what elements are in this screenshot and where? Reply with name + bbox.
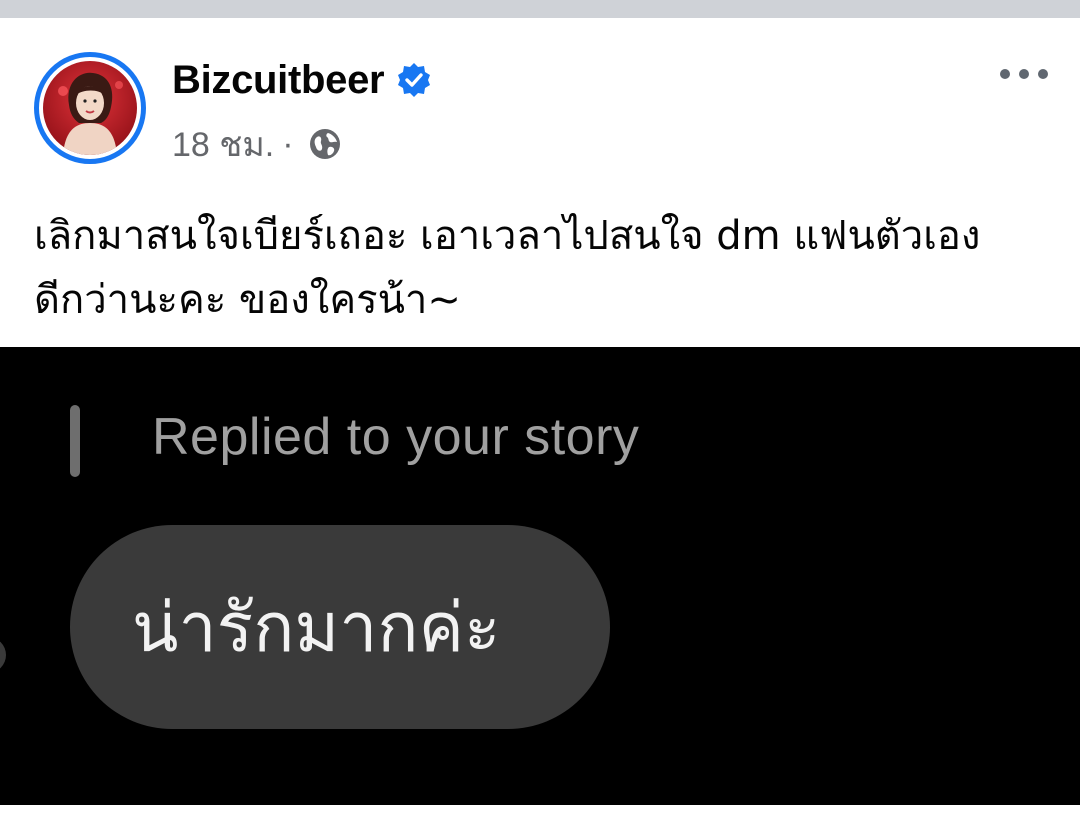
- post-caption: เลิกมาสนใจเบียร์เถอะ เอาเวลาไปสนใจ dm แฟ…: [34, 213, 981, 323]
- author-avatar[interactable]: [34, 52, 146, 164]
- author-name[interactable]: Bizcuitbeer: [172, 58, 385, 103]
- reply-indicator-bar: [70, 405, 80, 477]
- partial-bubble: [0, 637, 6, 673]
- post-image[interactable]: Replied to your story น่ารักมากค่ะ: [0, 347, 1080, 805]
- message-bubble: น่ารักมากค่ะ: [70, 525, 610, 729]
- bottom-spacer: [0, 805, 1080, 832]
- globe-icon[interactable]: [308, 127, 342, 161]
- more-options-icon[interactable]: [1000, 60, 1048, 88]
- more-dot: [1000, 69, 1010, 79]
- top-divider: [0, 0, 1080, 18]
- message-text: น่ารักมากค่ะ: [132, 589, 501, 668]
- meta-separator: ·: [282, 124, 294, 163]
- more-dot: [1019, 69, 1029, 79]
- post-card: Bizcuitbeer 18 ชม. · เลิกมาสนใจเบียร์เถอ…: [0, 18, 1080, 832]
- author-row: Bizcuitbeer: [172, 56, 432, 104]
- reply-label: Replied to your story: [152, 408, 640, 466]
- verified-badge-icon: [396, 62, 432, 98]
- avatar-image: [43, 61, 137, 155]
- post-timestamp[interactable]: 18 ชม.: [172, 117, 274, 171]
- post-meta: 18 ชม. ·: [172, 122, 342, 166]
- more-dot: [1038, 69, 1048, 79]
